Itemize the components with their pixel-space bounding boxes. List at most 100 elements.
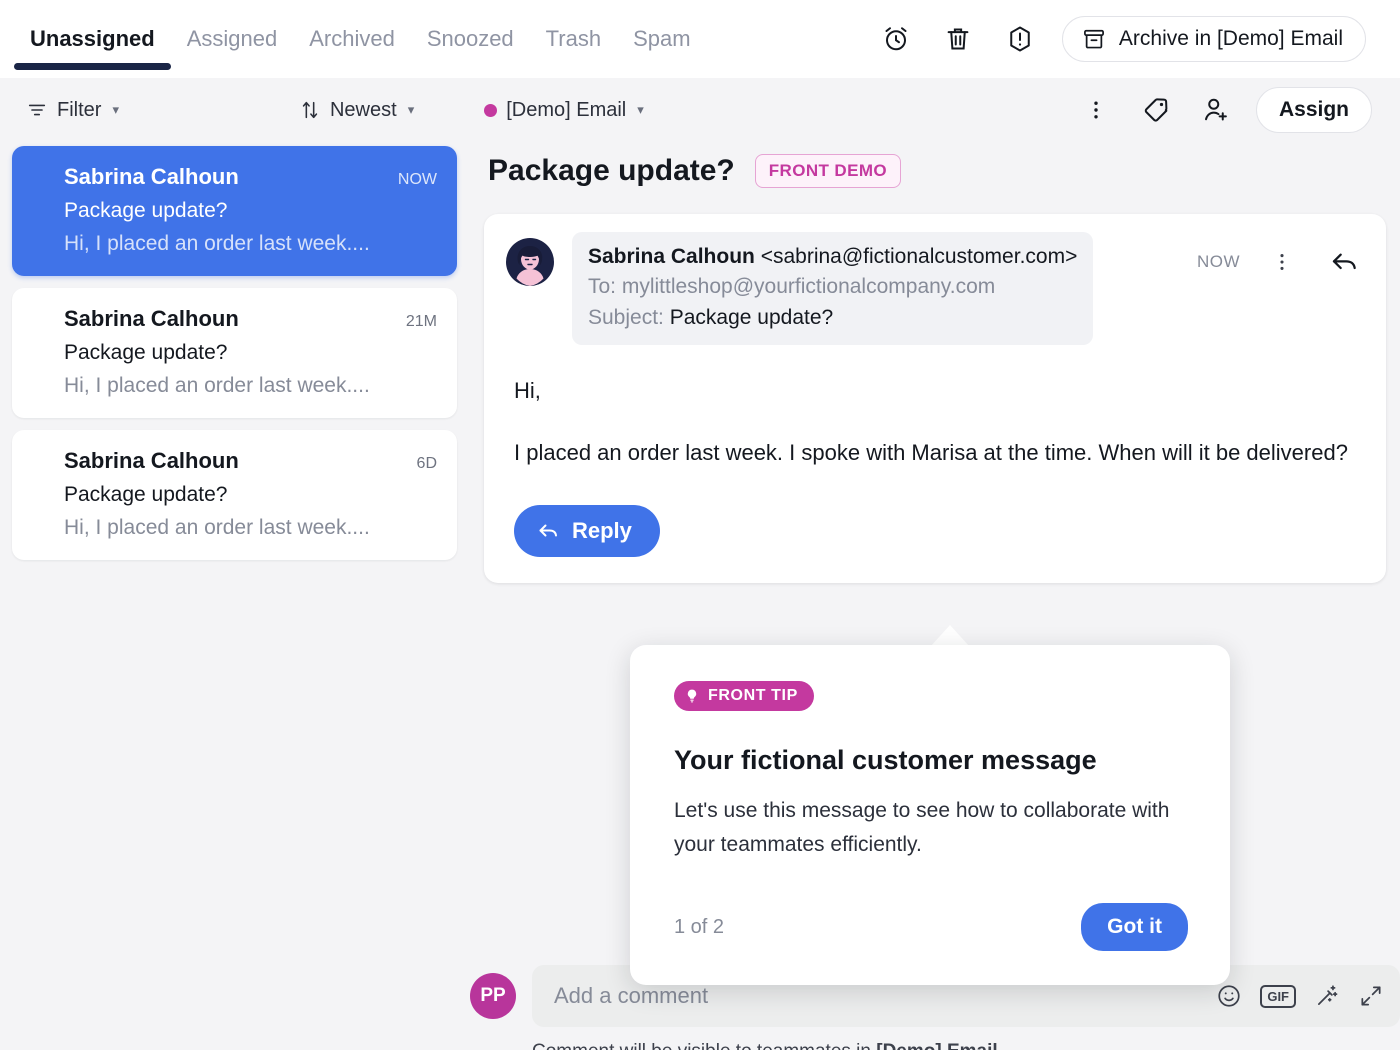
message-body: Hi, I placed an order last week. I spoke…	[506, 345, 1364, 558]
front-tip-popover: FRONT TIP Your fictional customer messag…	[630, 645, 1230, 986]
conversation-subject: Package update?	[64, 341, 228, 364]
sub-toolbar-left: Filter ▾ Newest ▾ [Demo] Email ▾	[0, 99, 644, 122]
tab-assigned[interactable]: Assigned	[171, 0, 294, 78]
filter-icon	[26, 99, 48, 121]
message-sender-name: Sabrina Calhoun	[588, 245, 755, 268]
message-header-actions: NOW	[1197, 232, 1364, 282]
conversation-item-0[interactable]: Sabrina Calhoun NOW Package update? Hi, …	[12, 146, 457, 276]
chevron-down-icon: ▾	[112, 102, 119, 117]
conversation-item-2[interactable]: Sabrina Calhoun 6D Package update? Hi, I…	[12, 430, 457, 560]
tab-archived[interactable]: Archived	[293, 0, 411, 78]
sort-dropdown[interactable]: Newest ▾	[299, 99, 414, 122]
composer-note-target: [Demo] Email	[876, 1041, 997, 1050]
tab-list: Unassigned Assigned Archived Snoozed Tra…	[0, 0, 707, 78]
filter-dropdown[interactable]: Filter ▾	[26, 99, 119, 122]
message-subject-value: Package update?	[669, 305, 834, 329]
sub-toolbar: Filter ▾ Newest ▾ [Demo] Email ▾ Assign	[0, 78, 1400, 142]
conversation-preview: Hi, I placed an order last week....	[64, 232, 370, 255]
got-it-button[interactable]: Got it	[1081, 903, 1188, 952]
snooze-icon[interactable]	[876, 19, 916, 59]
tab-unassigned-label: Unassigned	[30, 26, 155, 51]
tab-trash[interactable]: Trash	[530, 0, 617, 78]
avatar	[506, 238, 554, 286]
message-address-block: Sabrina Calhoun <sabrina@fictionalcustom…	[572, 232, 1094, 346]
archive-button-label: Archive in [Demo] Email	[1118, 27, 1343, 50]
message-sender-line: Sabrina Calhoun <sabrina@fictionalcustom…	[588, 242, 1077, 272]
tab-spam-label: Spam	[633, 26, 691, 51]
tooltip-footer: 1 of 2 Got it	[674, 903, 1188, 952]
trash-icon[interactable]	[938, 19, 978, 59]
top-tab-bar: Unassigned Assigned Archived Snoozed Tra…	[0, 0, 1400, 78]
comment-input[interactable]	[554, 983, 1217, 1009]
thread-pane: Package update? FRONT DEMO Sabrina Calho…	[470, 146, 1400, 584]
composer-visibility-note: Comment will be visible to teammates in …	[470, 1041, 1400, 1050]
tooltip-title: Your fictional customer message	[674, 745, 1097, 775]
tooltip-badge: FRONT TIP	[674, 681, 814, 711]
more-vertical-icon[interactable]	[1076, 90, 1116, 130]
message-header: Sabrina Calhoun <sabrina@fictionalcustom…	[506, 232, 1364, 346]
tooltip-counter: 1 of 2	[674, 915, 725, 938]
inbox-label: [Demo] Email	[506, 98, 627, 121]
chevron-down-icon: ▾	[637, 102, 644, 117]
assign-button-label: Assign	[1278, 98, 1349, 121]
sort-arrows-icon	[299, 99, 321, 121]
composer-note-prefix: Comment will be visible to teammates in	[532, 1041, 876, 1050]
archive-box-icon	[1081, 26, 1107, 52]
message-sender-email: <sabrina@fictionalcustomer.com>	[760, 245, 1078, 268]
expand-icon[interactable]	[1358, 983, 1384, 1009]
tab-assigned-label: Assigned	[186, 26, 278, 51]
message-subject-label: Subject:	[588, 305, 664, 329]
composer-icon-group: GIF	[1216, 983, 1384, 1009]
conversation-item-1[interactable]: Sabrina Calhoun 21M Package update? Hi, …	[12, 288, 457, 418]
top-action-group: Archive in [Demo] Email	[876, 16, 1400, 62]
tab-snoozed-label: Snoozed	[426, 26, 514, 51]
conversation-subject: Package update?	[64, 199, 228, 222]
archive-button[interactable]: Archive in [Demo] Email	[1061, 16, 1366, 62]
tag-icon[interactable]	[1136, 90, 1176, 130]
conversation-preview: Hi, I placed an order last week....	[64, 374, 370, 397]
spam-icon[interactable]	[1000, 19, 1040, 59]
conversation-subject: Package update?	[64, 483, 228, 506]
thread-header: Package update? FRONT DEMO	[470, 146, 1400, 188]
message-to-line: To: mylittleshop@yourfictionalcompany.co…	[588, 275, 996, 299]
conversation-sender: Sabrina Calhoun	[64, 164, 239, 189]
smiley-icon[interactable]	[1216, 983, 1242, 1009]
conversation-time: 6D	[416, 455, 437, 472]
tooltip-text: Let's use this message to see how to col…	[674, 799, 1170, 856]
reply-button[interactable]: Reply	[514, 505, 660, 558]
inbox-dropdown[interactable]: [Demo] Email ▾	[484, 99, 644, 122]
tab-snoozed[interactable]: Snoozed	[411, 0, 530, 78]
message-paragraph: I placed an order last week. I spoke wit…	[514, 440, 1348, 466]
tab-trash-label: Trash	[545, 26, 602, 51]
message-subject-line: Subject: Package update?	[588, 303, 1077, 333]
magic-wand-icon[interactable]	[1314, 983, 1340, 1009]
reply-arrow-icon	[536, 519, 560, 543]
chevron-down-icon: ▾	[407, 102, 415, 117]
avatar-initials: PP	[480, 985, 506, 1006]
front-inbox-app: Unassigned Assigned Archived Snoozed Tra…	[0, 0, 1400, 1050]
add-person-icon[interactable]	[1196, 90, 1236, 130]
more-vertical-icon[interactable]	[1262, 242, 1302, 282]
message-greeting: Hi,	[514, 378, 541, 404]
sort-label: Newest	[329, 98, 397, 121]
tab-spam[interactable]: Spam	[617, 0, 706, 78]
message-card: Sabrina Calhoun <sabrina@fictionalcustom…	[484, 214, 1386, 584]
page-title: Package update?	[488, 154, 735, 187]
conversation-row-top: Sabrina Calhoun 6D	[64, 448, 437, 474]
conversation-time: NOW	[397, 171, 437, 188]
gif-icon[interactable]: GIF	[1260, 984, 1296, 1008]
conversation-list: Sabrina Calhoun NOW Package update? Hi, …	[12, 146, 457, 560]
assign-button[interactable]: Assign	[1255, 87, 1372, 133]
reply-button-label: Reply	[572, 518, 632, 544]
inbox-dot-icon	[484, 103, 498, 117]
reply-arrow-icon[interactable]	[1324, 242, 1364, 282]
lightbulb-icon	[684, 688, 700, 704]
conversation-preview: Hi, I placed an order last week....	[64, 516, 370, 539]
avatar[interactable]: PP	[470, 973, 516, 1019]
tab-archived-label: Archived	[309, 26, 395, 51]
tab-unassigned[interactable]: Unassigned	[14, 0, 171, 78]
tooltip-badge-label: FRONT TIP	[708, 687, 798, 704]
status-badge[interactable]: FRONT DEMO	[754, 154, 902, 188]
conversation-row-top: Sabrina Calhoun NOW	[64, 164, 437, 190]
message-timestamp: NOW	[1196, 252, 1240, 271]
